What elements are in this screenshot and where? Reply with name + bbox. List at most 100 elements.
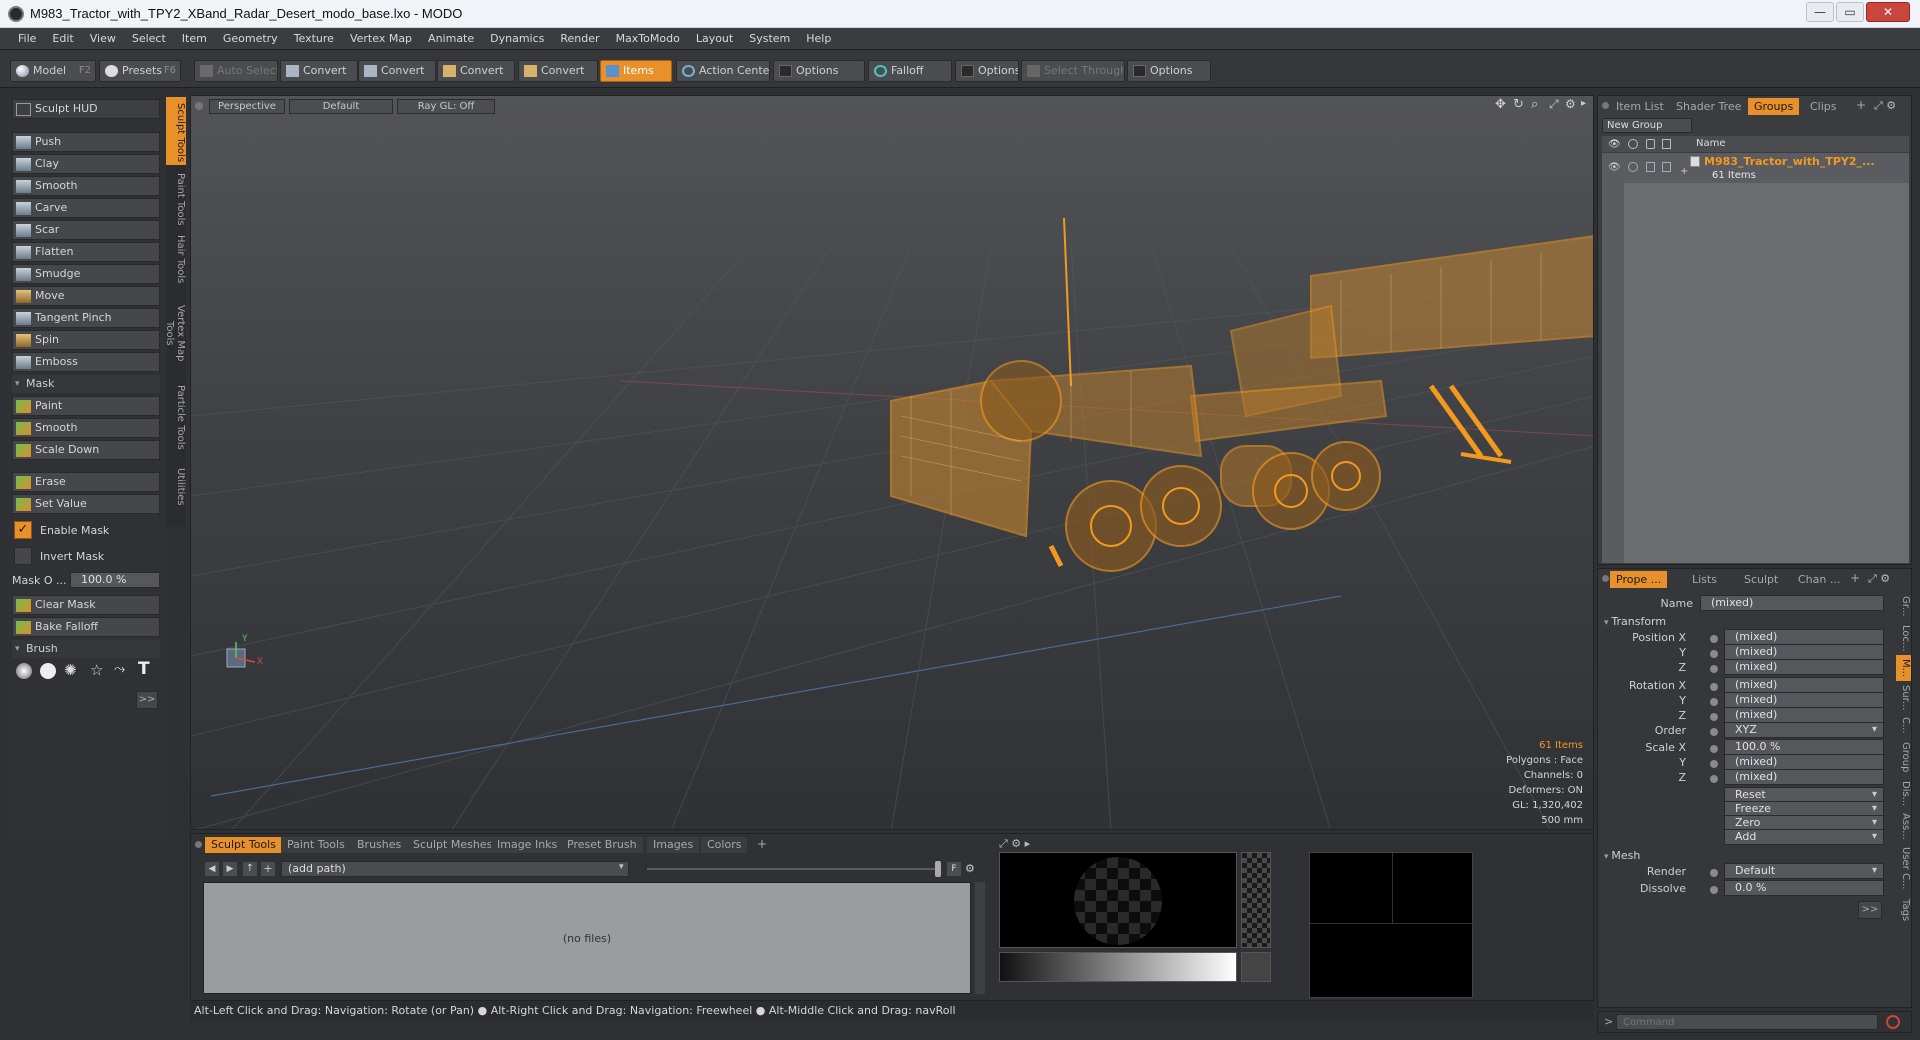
menu-file[interactable]: File: [10, 28, 44, 50]
up-folder-icon[interactable]: ↑: [243, 862, 257, 876]
row-eye-icon[interactable]: 👁: [1608, 162, 1621, 173]
invert-mask-checkbox[interactable]: [14, 547, 32, 565]
convert-button-3[interactable]: Convert: [437, 60, 515, 82]
tab-bottom-images[interactable]: Images: [647, 837, 700, 853]
forward-arrow-icon[interactable]: ▶: [223, 862, 237, 876]
mask-paint-button[interactable]: Paint: [12, 396, 160, 416]
menu-edit[interactable]: Edit: [44, 28, 81, 50]
erase-button[interactable]: Erase: [12, 472, 160, 492]
brush-section-header[interactable]: Brush: [12, 640, 160, 658]
side-tab-group[interactable]: Group: [1896, 737, 1911, 777]
properties-more-button[interactable]: >>: [1858, 901, 1882, 919]
groups-list-body[interactable]: [1602, 183, 1909, 563]
tab-bottom-sculpt-tools[interactable]: Sculpt Tools: [205, 837, 282, 853]
maximize-button[interactable]: ▭: [1836, 2, 1864, 22]
file-browser-scrollbar[interactable]: [975, 882, 985, 994]
transform-section-header[interactable]: Transform: [1604, 615, 1666, 628]
mask-smooth-button[interactable]: Smooth: [12, 418, 160, 438]
side-tab-gr[interactable]: Gr...: [1896, 591, 1911, 621]
back-arrow-icon[interactable]: ◀: [205, 862, 219, 876]
rotation-z-anim-dot[interactable]: [1710, 713, 1718, 721]
select-through-button[interactable]: Select Through: [1021, 60, 1125, 82]
convert-button-2[interactable]: Convert: [358, 60, 436, 82]
model-button[interactable]: Model F2: [10, 60, 96, 82]
tool-carve[interactable]: Carve: [12, 198, 160, 218]
lock-icon[interactable]: [1646, 139, 1655, 149]
items-mode-button[interactable]: Items: [600, 60, 672, 82]
rotation-z-field[interactable]: (mixed): [1724, 707, 1884, 723]
items-panel-menu-icon[interactable]: [1602, 102, 1609, 109]
name-field[interactable]: (mixed): [1700, 595, 1884, 611]
position-z-anim-dot[interactable]: [1710, 665, 1718, 673]
position-x-field[interactable]: (mixed): [1724, 629, 1884, 645]
close-button[interactable]: ✕: [1866, 2, 1910, 22]
tool-tangent-pinch[interactable]: Tangent Pinch: [12, 308, 160, 328]
brush-path-icon[interactable]: ⤳: [114, 661, 125, 677]
row-select-icon[interactable]: [1662, 162, 1671, 172]
select-toggle-icon[interactable]: [1662, 139, 1671, 149]
menu-system[interactable]: System: [741, 28, 798, 50]
options-button-2[interactable]: Options: [955, 60, 1019, 82]
brush-splat-icon[interactable]: ✺: [64, 661, 77, 679]
position-y-field[interactable]: (mixed): [1724, 644, 1884, 660]
options-button-3[interactable]: Options: [1127, 60, 1211, 82]
presets-button[interactable]: Presets F6: [99, 60, 181, 82]
tab-bottom-paint-tools[interactable]: Paint Tools: [281, 837, 351, 853]
render-dropdown[interactable]: Default: [1724, 863, 1884, 879]
add-path-icon[interactable]: +: [261, 862, 275, 876]
add-dropdown[interactable]: Add: [1724, 829, 1884, 845]
menu-vertex-map[interactable]: Vertex Map: [342, 28, 420, 50]
tab-bottom-image-inks[interactable]: Image Inks: [491, 837, 564, 853]
convert-button-1[interactable]: Convert: [280, 60, 358, 82]
clear-mask-button[interactable]: Clear Mask: [12, 595, 160, 615]
group-expand-icon[interactable]: +: [1680, 166, 1688, 177]
dock-expand-icon[interactable]: ⤢ ⚙ ▸: [999, 837, 1030, 851]
add-tab-button[interactable]: +: [757, 837, 767, 851]
tab-bottom-sculpt-meshes[interactable]: Sculpt Meshes: [407, 837, 499, 853]
thumbnail-size-handle[interactable]: [935, 861, 941, 877]
enable-mask-checkbox[interactable]: ✓: [14, 521, 32, 539]
options-button-1[interactable]: Options: [773, 60, 865, 82]
render-toggle-icon[interactable]: [1628, 139, 1638, 149]
bake-falloff-button[interactable]: Bake Falloff: [12, 617, 160, 637]
menu-render[interactable]: Render: [552, 28, 607, 50]
properties-menu-icon[interactable]: [1602, 575, 1609, 582]
tab-hair-tools[interactable]: Hair Tools: [166, 229, 186, 285]
position-y-anim-dot[interactable]: [1710, 650, 1718, 658]
3d-viewport[interactable]: Perspective Default Ray GL: Off ✥ ↻ ⌕ ⤢ …: [190, 95, 1594, 830]
scale-z-field[interactable]: (mixed): [1724, 769, 1884, 785]
brush-hard-icon[interactable]: [40, 663, 56, 679]
set-value-button[interactable]: Set Value: [12, 494, 160, 514]
action-center-button[interactable]: Action Center: [676, 60, 770, 82]
properties-expand-icon[interactable]: ⤢ ⚙: [1868, 572, 1890, 586]
side-tab-sur[interactable]: Sur...: [1896, 683, 1911, 713]
menu-maxtomodo[interactable]: MaxToModo: [608, 28, 688, 50]
brush-soft-icon[interactable]: [16, 663, 32, 679]
menu-help[interactable]: Help: [798, 28, 839, 50]
scale-x-field[interactable]: 100.0 %: [1724, 739, 1884, 755]
scale-z-anim-dot[interactable]: [1710, 775, 1718, 783]
menu-texture[interactable]: Texture: [286, 28, 342, 50]
mask-section-header[interactable]: Mask: [12, 375, 160, 393]
tab-lists[interactable]: Lists: [1686, 571, 1723, 588]
tool-emboss[interactable]: Emboss: [12, 352, 160, 372]
tab-bottom-colors[interactable]: Colors: [701, 837, 748, 853]
brush-color-swatch[interactable]: [1241, 952, 1271, 982]
tab-sculpt-tools[interactable]: Sculpt Tools: [166, 97, 186, 165]
tab-clips[interactable]: Clips: [1804, 98, 1843, 115]
order-anim-dot[interactable]: [1710, 728, 1718, 736]
side-tab-ass[interactable]: Ass...: [1896, 811, 1911, 841]
position-z-field[interactable]: (mixed): [1724, 659, 1884, 675]
dock-menu-icon[interactable]: [195, 841, 202, 848]
minimize-button[interactable]: —: [1806, 2, 1834, 22]
sculpt-hud-button[interactable]: Sculpt HUD: [12, 99, 160, 119]
mask-scale-down-button[interactable]: Scale Down: [12, 440, 160, 460]
brush-more-button[interactable]: >>: [136, 691, 158, 709]
visibility-eye-icon[interactable]: 👁: [1608, 139, 1621, 150]
tool-flatten[interactable]: Flatten: [12, 242, 160, 262]
menu-item[interactable]: Item: [174, 28, 215, 50]
rotation-y-field[interactable]: (mixed): [1724, 692, 1884, 708]
order-dropdown[interactable]: XYZ: [1724, 722, 1884, 738]
position-x-anim-dot[interactable]: [1710, 635, 1718, 643]
tool-spin[interactable]: Spin: [12, 330, 160, 350]
